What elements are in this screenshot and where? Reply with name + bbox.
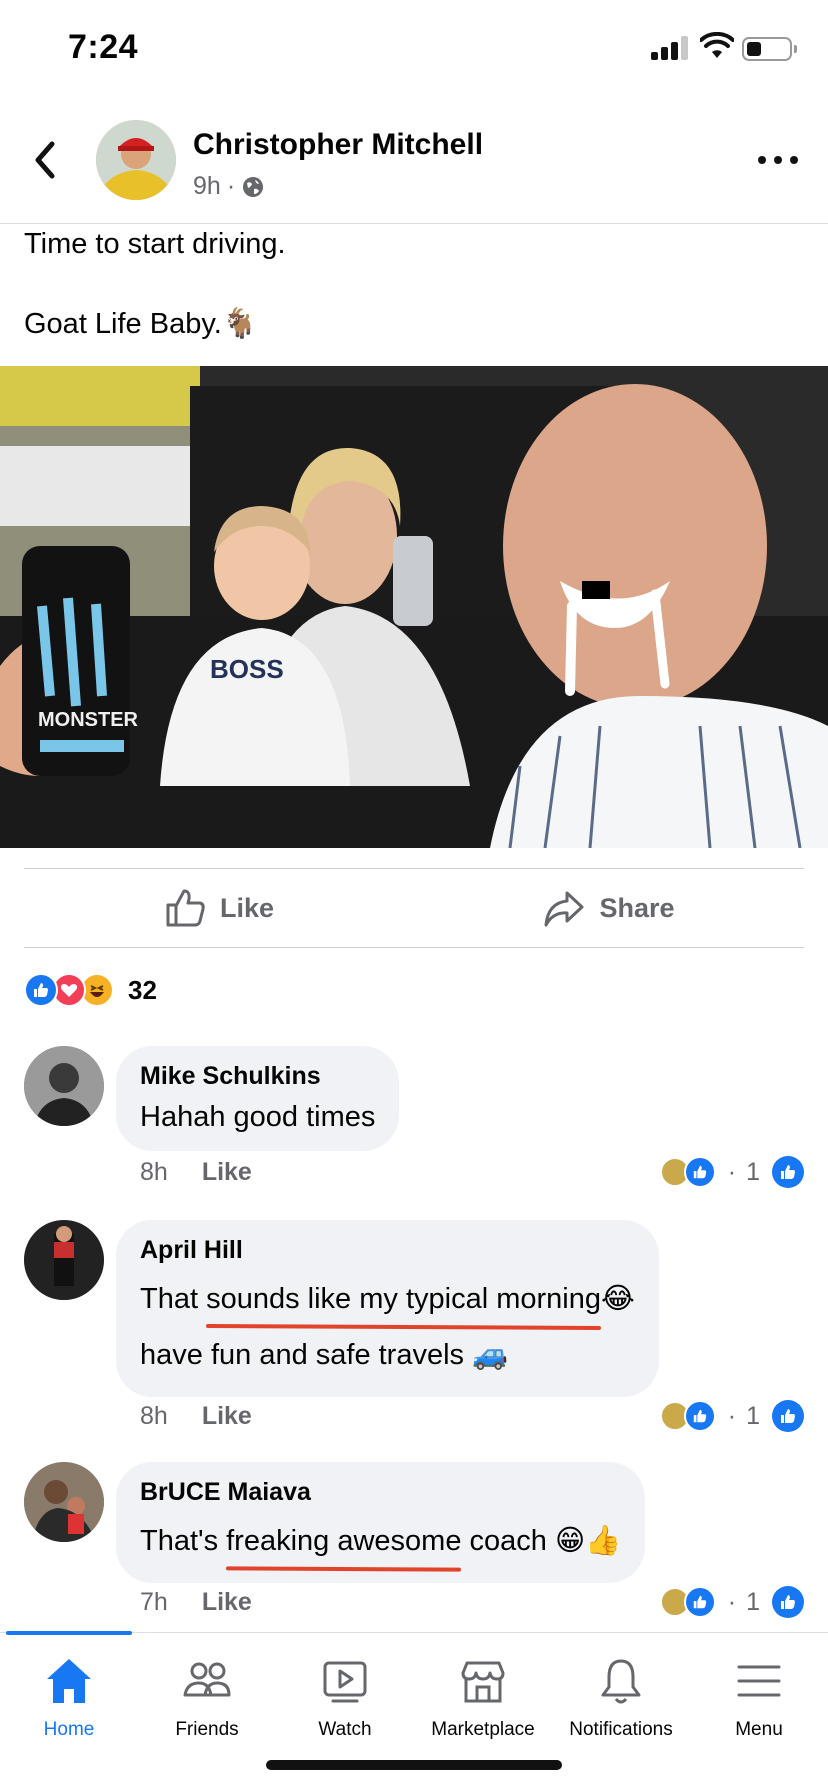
comment-text-line-2: have fun and safe travels 🚙 — [140, 1339, 509, 1371]
status-bar: 7:24 — [0, 0, 828, 100]
like-reaction-icon — [24, 973, 58, 1007]
comment-footer: 7h Like — [140, 1588, 252, 1617]
comment-footer: 8h Like — [140, 1158, 252, 1187]
comment-like-button[interactable]: Like — [202, 1588, 252, 1617]
tab-watch[interactable]: Watch — [276, 1633, 414, 1741]
post-time: 9h — [193, 172, 221, 200]
tab-label: Marketplace — [431, 1719, 535, 1740]
post-meta: 9h · — [193, 172, 265, 201]
tab-label: Menu — [735, 1719, 783, 1740]
comment-reaction-count: 1 — [746, 1587, 760, 1616]
comment-reactions[interactable]: · 1 — [659, 1400, 804, 1432]
tab-friends[interactable]: Friends — [138, 1633, 276, 1741]
author-avatar[interactable] — [96, 120, 176, 200]
like-label: Like — [219, 892, 275, 923]
like-icon — [772, 1586, 804, 1618]
author-name[interactable]: Christopher Mitchell — [193, 128, 483, 162]
home-indicator — [266, 1760, 562, 1770]
post-text: Time to start driving. Goat Life Baby.🐐 — [24, 224, 286, 384]
tab-home[interactable]: Home — [0, 1633, 138, 1741]
spelling-underline: freaking awesome — [226, 1513, 461, 1569]
battery-icon — [742, 37, 797, 61]
commenter-avatar[interactable] — [24, 1220, 104, 1300]
tab-notifications[interactable]: Notifications — [552, 1633, 690, 1741]
commenter-name[interactable]: BrUCE Maiava — [140, 1478, 621, 1507]
home-icon — [47, 1659, 91, 1703]
commenter-avatar[interactable] — [24, 1046, 104, 1126]
comment-text: That sounds like my typical morning😂 — [140, 1271, 635, 1327]
spelling-underline: sounds like my typical morning — [206, 1271, 601, 1327]
watch-icon — [323, 1661, 367, 1703]
marketplace-icon — [461, 1661, 505, 1703]
meta-separator: · — [226, 172, 236, 200]
comment-bubble[interactable]: Mike Schulkins Hahah good times — [116, 1046, 400, 1151]
post-line-1: Time to start driving. — [24, 228, 286, 260]
comment-footer: 8h Like — [140, 1402, 252, 1431]
post-photo[interactable]: BOSS MONSTER — [0, 366, 828, 848]
post-line-2: Goat Life Baby.🐐 — [24, 308, 258, 340]
friends-icon — [183, 1662, 231, 1697]
like-reaction-icon — [683, 1586, 716, 1618]
comment-reactions[interactable]: · 1 — [659, 1586, 804, 1618]
globe-icon — [243, 176, 264, 197]
comment-like-button[interactable]: Like — [202, 1402, 252, 1431]
tab-label: Home — [43, 1719, 95, 1740]
active-tab-indicator — [6, 1631, 132, 1635]
like-button[interactable]: Like — [24, 869, 414, 947]
thumbs-up-icon — [166, 889, 205, 927]
comment-like-button[interactable]: Like — [202, 1158, 252, 1187]
like-reaction-icon — [683, 1400, 716, 1432]
comment-bubble[interactable]: BrUCE Maiava That's freaking awesome coa… — [116, 1462, 646, 1583]
share-label: Share — [599, 892, 675, 923]
tab-label: Watch — [318, 1719, 372, 1740]
comment-time: 8h — [140, 1402, 168, 1430]
bell-icon — [601, 1659, 641, 1704]
tab-menu[interactable]: Menu — [690, 1633, 828, 1741]
reaction-summary[interactable]: 32 — [24, 970, 157, 1010]
reaction-count: 32 — [128, 974, 157, 1005]
comment-reactions[interactable]: · 1 — [659, 1156, 804, 1188]
commenter-name[interactable]: April Hill — [140, 1236, 635, 1265]
signal-icon — [651, 36, 693, 60]
tab-label: Friends — [175, 1719, 239, 1740]
tab-marketplace[interactable]: Marketplace — [414, 1633, 552, 1741]
comment-reaction-count: 1 — [746, 1401, 760, 1430]
comment-text: That's freaking awesome coach 😁👍 — [140, 1513, 621, 1569]
comment-bubble[interactable]: April Hill That sounds like my typical m… — [116, 1220, 659, 1397]
tab-bar: Home Friends Watch Marketplace Notificat… — [0, 1631, 828, 1792]
svg-text:BOSS: BOSS — [210, 654, 284, 684]
status-time: 7:24 — [68, 28, 139, 66]
like-icon — [772, 1400, 804, 1432]
like-icon — [772, 1156, 804, 1188]
commenter-avatar[interactable] — [24, 1462, 104, 1542]
share-button[interactable]: Share — [414, 869, 804, 947]
menu-icon — [737, 1665, 781, 1697]
post-actions: Like Share — [24, 868, 804, 948]
like-reaction-icon — [683, 1156, 716, 1188]
more-options-button[interactable] — [758, 148, 798, 172]
post-header: Christopher Mitchell 9h · — [0, 100, 828, 224]
comment-time: 8h — [140, 1158, 168, 1186]
svg-text:MONSTER: MONSTER — [38, 709, 139, 731]
comment-reaction-count: 1 — [746, 1157, 760, 1186]
tab-label: Notifications — [569, 1719, 673, 1740]
share-icon — [544, 891, 584, 927]
comment-time: 7h — [140, 1588, 168, 1616]
commenter-name[interactable]: Mike Schulkins — [140, 1062, 375, 1091]
comment-text: Hahah good times — [140, 1101, 376, 1133]
back-icon[interactable] — [30, 140, 62, 180]
wifi-icon — [700, 32, 734, 58]
